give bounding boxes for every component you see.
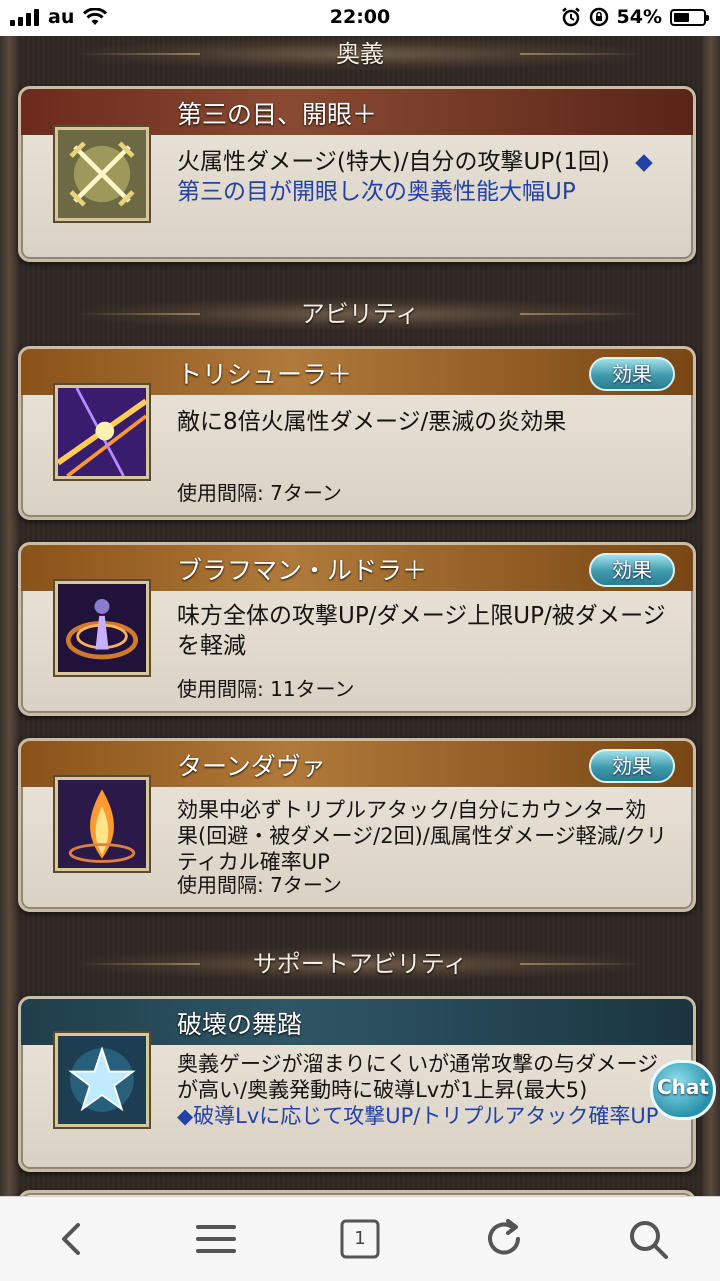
tandava-icon xyxy=(55,777,149,871)
alarm-icon xyxy=(561,7,580,27)
tabs-icon[interactable]: 1 xyxy=(338,1217,382,1261)
ability-name: ブラフマン・ルドラ＋ xyxy=(177,556,428,585)
ougi-title: 第三の目、開眼＋ xyxy=(177,100,378,129)
ability-interval: 使用間隔: 7ターン xyxy=(177,873,342,897)
ability-name: ターンダヴァ xyxy=(177,752,326,781)
chat-button[interactable]: Chat xyxy=(650,1060,716,1120)
ougi-description: 火属性ダメージ(特大)/自分の攻撃UP(1回) ◆第三の目が開眼し次の奥義性能大… xyxy=(177,147,667,207)
ability-card-trishula[interactable]: トリシューラ＋ 効果 敵に8倍火属性ダメージ/悪滅の炎効果 使用間隔: 7ターン xyxy=(18,346,696,520)
section-header-ougi: 奥義 xyxy=(80,38,640,70)
menu-icon[interactable] xyxy=(194,1217,238,1261)
left-frame-rail xyxy=(0,36,18,1196)
trishula-icon xyxy=(55,385,149,479)
browser-toolbar: 1 xyxy=(0,1196,720,1281)
section-header-support: サポートアビリティ xyxy=(80,948,640,980)
character-skill-panel: 奥義 第三の目、開眼＋ 火属性ダメージ(特大)/自分の攻撃UP(1回) ◆第三の… xyxy=(0,36,720,1196)
support-effect-text: 奥義ゲージが溜まりにくいが通常攻撃の与ダメージが高い/奥義発動時に破導Lvが1上… xyxy=(177,1052,659,1102)
ability-card-brahman-rudra[interactable]: ブラフマン・ルドラ＋ 効果 味方全体の攻撃UP/ダメージ上限UP/被ダメージを軽… xyxy=(18,542,696,716)
section-header-ability: アビリティ xyxy=(80,298,640,330)
status-right: 54% xyxy=(561,6,709,28)
ability-interval: 使用間隔: 7ターン xyxy=(177,481,342,505)
ability-description: 味方全体の攻撃UP/ダメージ上限UP/被ダメージを軽減 xyxy=(177,603,666,659)
rotation-lock-icon xyxy=(589,7,608,27)
star-icon xyxy=(55,1033,149,1127)
status-bar: au 22:00 54% xyxy=(0,0,720,36)
support-title: 破壊の舞踏 xyxy=(177,1010,303,1039)
support-ability-card[interactable]: 破壊の舞踏 奥義ゲージが溜まりにくいが通常攻撃の与ダメージが高い/奥義発動時に破… xyxy=(18,996,696,1172)
ability-card-tandava[interactable]: ターンダヴァ 効果 効果中必ずトリプルアタック/自分にカウンター効果(回避・被ダ… xyxy=(18,738,696,912)
right-frame-rail xyxy=(702,36,720,1196)
effect-button[interactable]: 効果 xyxy=(589,357,675,391)
reload-icon[interactable] xyxy=(482,1217,526,1261)
battery-percent: 54% xyxy=(616,6,662,28)
back-icon[interactable] xyxy=(50,1217,94,1261)
crossed-swords-icon xyxy=(55,127,149,221)
ability-name: トリシューラ＋ xyxy=(177,360,353,389)
effect-button[interactable]: 効果 xyxy=(589,553,675,587)
brahman-rudra-icon xyxy=(55,581,149,675)
ability-description: 敵に8倍火属性ダメージ/悪滅の炎効果 xyxy=(177,409,567,435)
ougi-card[interactable]: 第三の目、開眼＋ 火属性ダメージ(特大)/自分の攻撃UP(1回) ◆第三の目が開… xyxy=(18,86,696,262)
battery-icon xyxy=(670,8,709,26)
effect-button[interactable]: 効果 xyxy=(589,749,675,783)
support-note-text: ◆破導Lvに応じて攻撃UP/トリプルアタック確率UP xyxy=(177,1104,659,1128)
support-description: 奥義ゲージが溜まりにくいが通常攻撃の与ダメージが高い/奥義発動時に破導Lvが1上… xyxy=(177,1051,667,1129)
ability-interval: 使用間隔: 11ターン xyxy=(177,677,355,701)
search-icon[interactable] xyxy=(626,1217,670,1261)
tab-count: 1 xyxy=(354,1228,366,1249)
ougi-effect-text: 火属性ダメージ(特大)/自分の攻撃UP(1回) xyxy=(177,149,610,175)
ability-description: 効果中必ずトリプルアタック/自分にカウンター効果(回避・被ダメージ/2回)/風属… xyxy=(177,798,667,874)
